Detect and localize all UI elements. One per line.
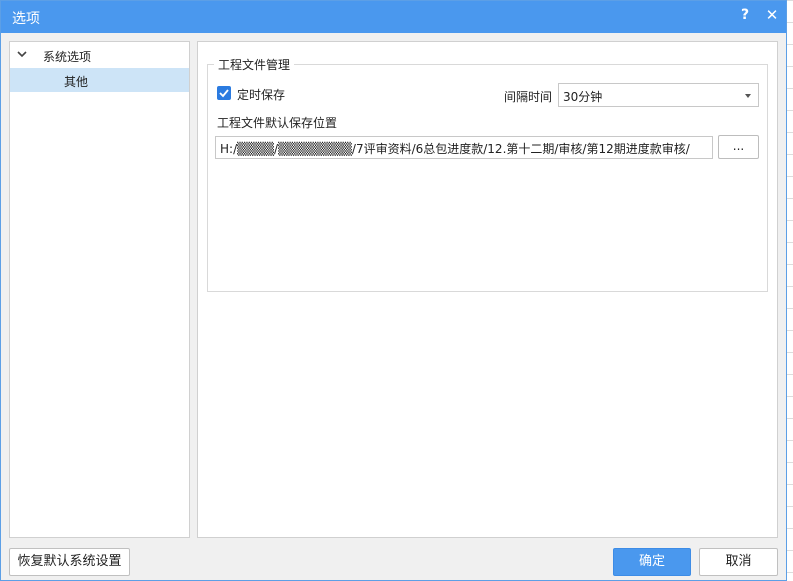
autosave-label[interactable]: 定时保存: [237, 86, 285, 103]
options-tree: 系统选项 其他: [9, 41, 190, 538]
title-bar[interactable]: 选项 ? ✕: [1, 1, 786, 33]
chevron-down-icon[interactable]: [16, 48, 28, 60]
settings-panel: 工程文件管理 定时保存 间隔时间 30分钟 工程文件默认保存位置 H:/▒▒▒▒…: [197, 41, 778, 538]
restore-defaults-button[interactable]: 恢复默认系统设置: [9, 548, 130, 576]
interval-label: 间隔时间: [504, 90, 553, 104]
tree-item-label: 系统选项: [43, 50, 92, 64]
browse-button[interactable]: ...: [718, 135, 759, 159]
cancel-button[interactable]: 取消: [699, 548, 778, 576]
dialog-title: 选项: [12, 11, 40, 27]
tree-item-system-options[interactable]: 系统选项: [10, 43, 189, 67]
options-dialog: 选项 ? ✕ 系统选项 其他 工程文件管理 定时保存 间隔时间 30分钟 工程文…: [0, 0, 787, 581]
tree-item-label: 其他: [64, 75, 89, 89]
save-path-input[interactable]: H:/▒▒▒▒/▒▒▒▒▒▒▒▒/7评审资料/6总包进度款/12.第十二期/审核…: [215, 136, 713, 159]
autosave-checkbox[interactable]: [217, 86, 231, 100]
help-icon[interactable]: ?: [736, 7, 754, 27]
save-path-label: 工程文件默认保存位置: [217, 116, 338, 130]
background-spreadsheet: [787, 0, 793, 581]
ok-button[interactable]: 确定: [613, 548, 691, 576]
group-title: 工程文件管理: [214, 56, 295, 73]
interval-select[interactable]: 30分钟: [558, 83, 759, 107]
close-icon[interactable]: ✕: [763, 6, 781, 26]
interval-value: 30分钟: [563, 90, 603, 104]
dropdown-arrow-icon: [745, 94, 751, 98]
tree-item-other[interactable]: 其他: [10, 68, 189, 92]
